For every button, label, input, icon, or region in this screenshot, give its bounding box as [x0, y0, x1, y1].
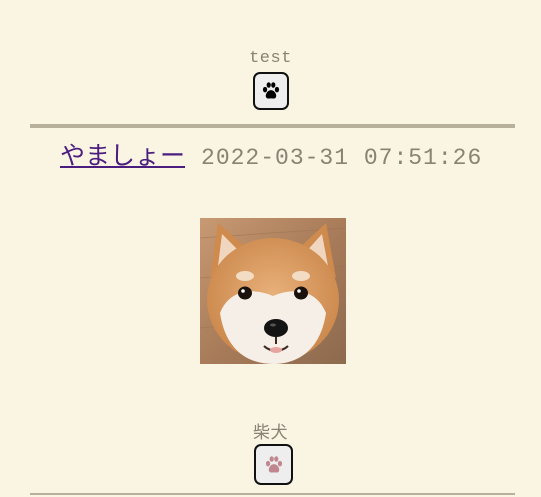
paw-icon	[265, 455, 282, 473]
paw-icon	[262, 82, 280, 99]
shiba-photo	[200, 218, 346, 364]
like-button[interactable]	[253, 72, 289, 110]
post-timestamp: 2022-03-31 07:51:26	[201, 145, 483, 171]
post-caption: test	[249, 49, 292, 68]
feed-page: test やましょー 2022-03-31 07:51:26 柴犬	[0, 0, 541, 497]
post-divider	[30, 124, 515, 128]
post-caption: 柴犬	[253, 423, 288, 443]
post-image	[200, 218, 346, 364]
like-button[interactable]	[254, 444, 293, 485]
post-divider	[30, 493, 515, 495]
username-link[interactable]: やましょー	[60, 136, 185, 172]
post-header: やましょー 2022-03-31 07:51:26	[60, 136, 482, 172]
